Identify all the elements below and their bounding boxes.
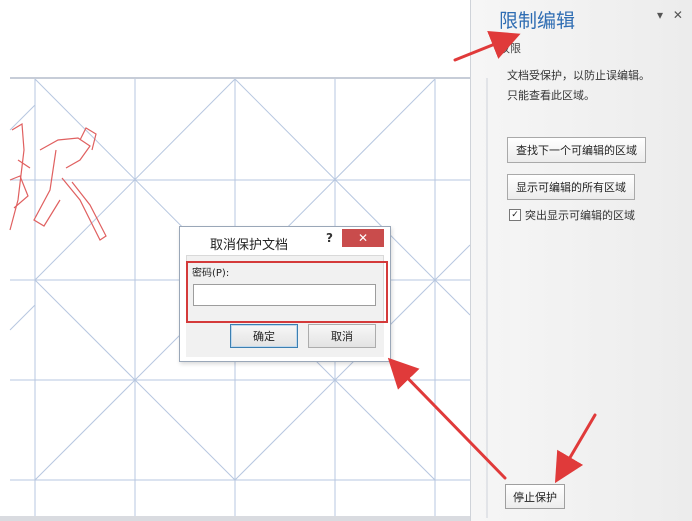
dialog-close-button[interactable]: ✕ xyxy=(342,229,384,247)
page-top-border xyxy=(10,77,470,79)
protection-info-line1: 文档受保护，以防止误编辑。 xyxy=(507,69,650,82)
cancel-button[interactable]: 取消 xyxy=(308,324,376,348)
pane-window-controls: ▾ ✕ xyxy=(651,8,683,22)
help-icon[interactable]: ? xyxy=(326,231,333,245)
show-all-regions-button[interactable]: 显示可编辑的所有区域 xyxy=(507,174,635,200)
annotation-highlight-box xyxy=(186,261,388,323)
dialog-title: 取消保护文档 xyxy=(210,238,289,253)
ok-button[interactable]: 确定 xyxy=(230,324,298,348)
highlight-checkbox-label: 突出显示可编辑的区域 xyxy=(525,209,635,222)
horizontal-scrollbar[interactable] xyxy=(0,516,470,521)
pane-divider xyxy=(486,78,488,518)
chevron-down-icon[interactable]: ▾ xyxy=(657,8,663,22)
highlight-checkbox[interactable]: ✓ xyxy=(509,209,521,221)
close-icon[interactable]: ✕ xyxy=(673,8,683,22)
restrict-editing-pane: 限制编辑 ▾ ✕ 权限 文档受保护，以防止误编辑。 只能查看此区域。 查找下一个… xyxy=(470,0,692,521)
protection-info-line2: 只能查看此区域。 xyxy=(507,89,595,102)
stop-protection-button[interactable]: 停止保护 xyxy=(505,484,565,509)
highlight-regions-option[interactable]: ✓ 突出显示可编辑的区域 xyxy=(509,207,635,223)
pane-title: 限制编辑 xyxy=(499,10,576,32)
calligraphy-character xyxy=(9,122,107,241)
section-heading: 权限 xyxy=(499,42,521,55)
find-next-region-button[interactable]: 查找下一个可编辑的区域 xyxy=(507,137,646,163)
